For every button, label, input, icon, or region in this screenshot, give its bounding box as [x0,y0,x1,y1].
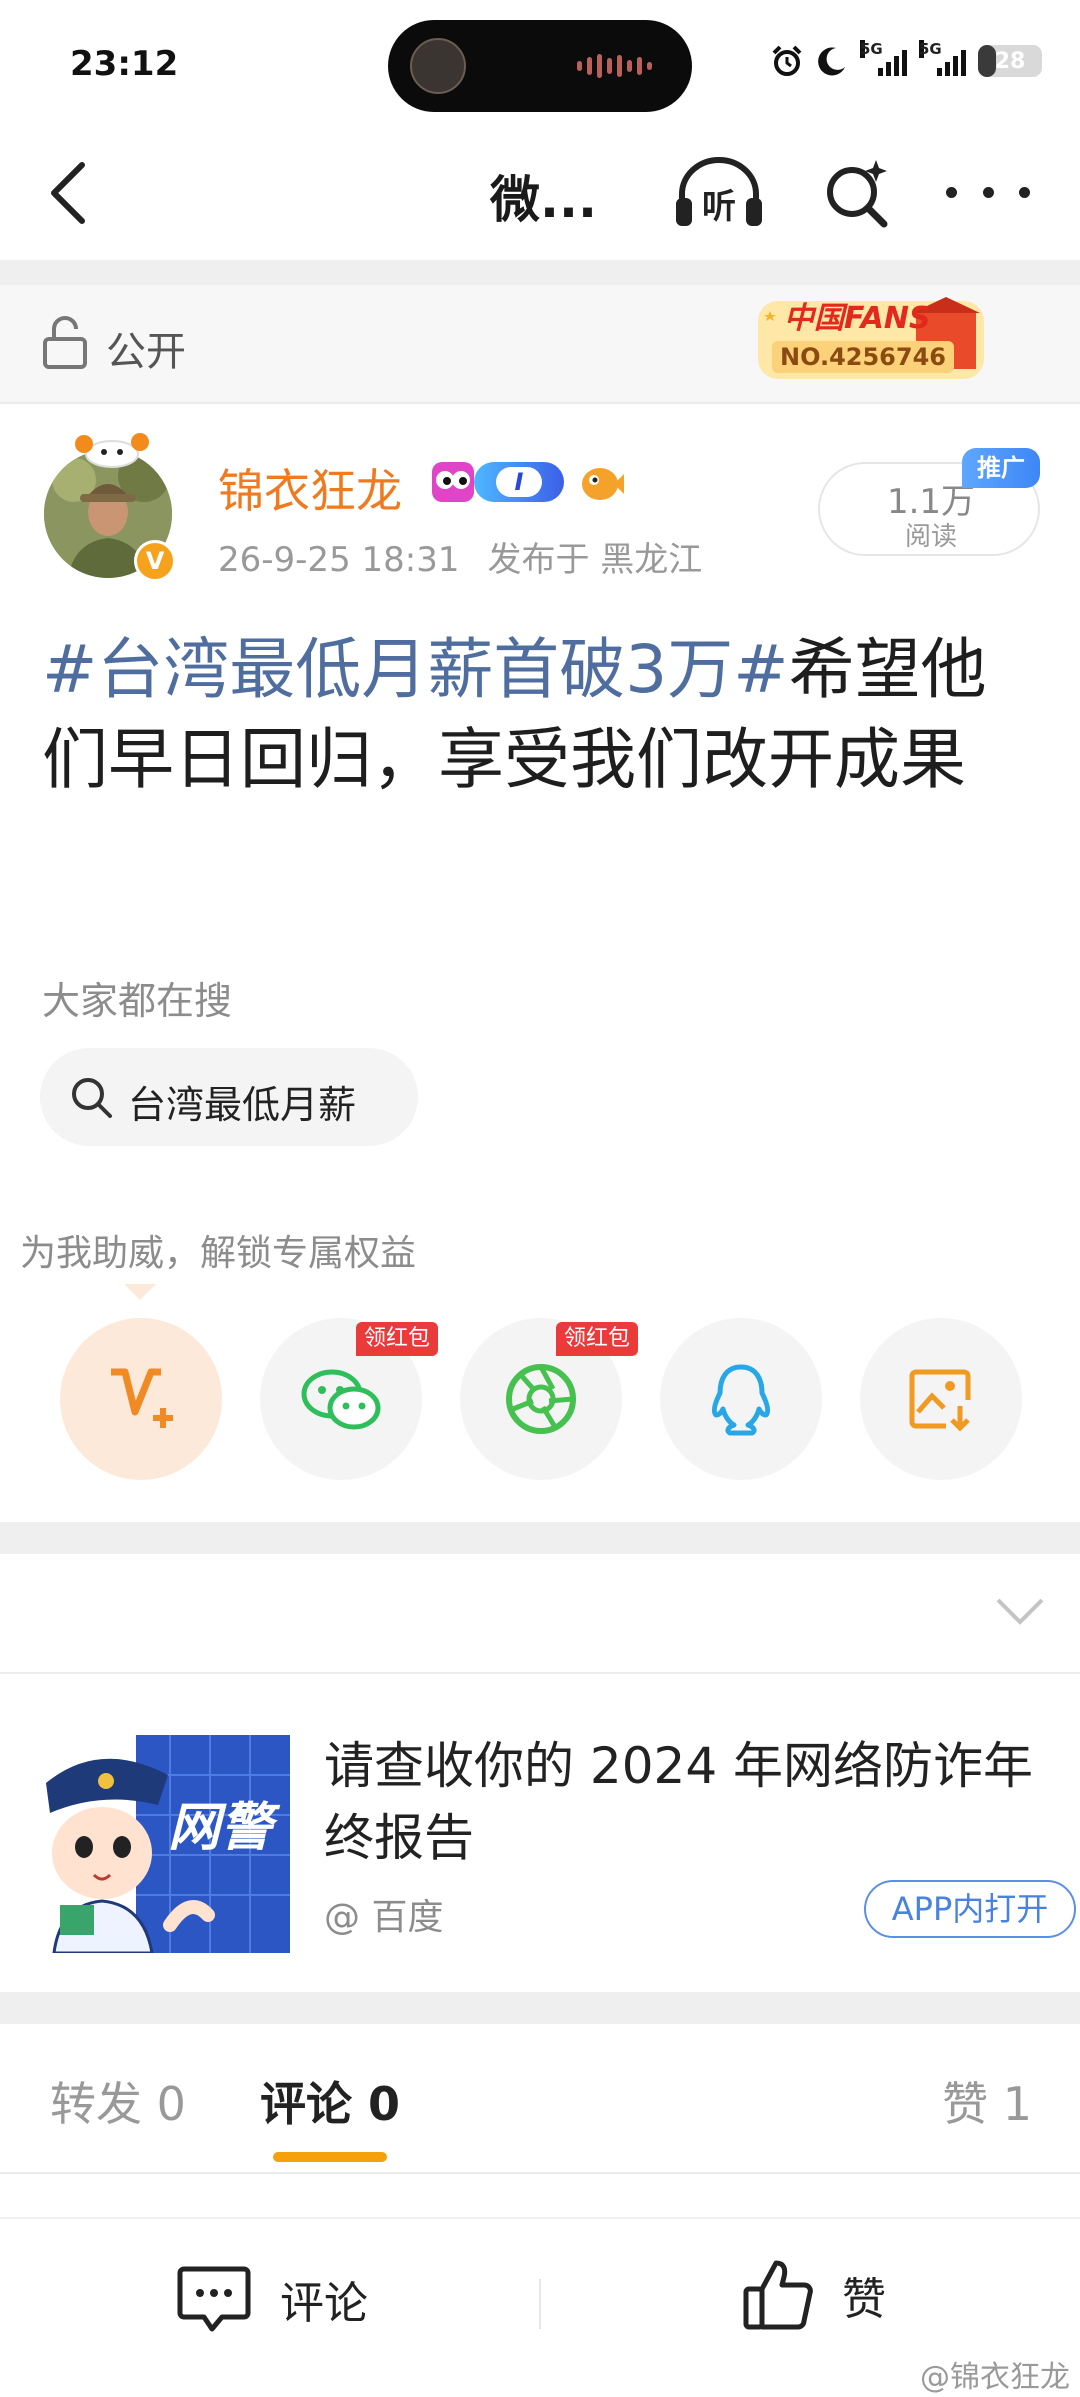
dynamic-island[interactable] [388,20,692,112]
search-button[interactable] [818,152,898,232]
level-badge[interactable]: I [474,462,564,502]
search-icon [827,160,888,228]
more-dot-icon [1019,186,1030,198]
share-qq-button[interactable] [660,1318,822,1480]
ad-image-text: 网警 [168,1798,281,1858]
post-meta: 26-9-25 18:31 发布于 黑龙江 [218,532,702,581]
trending-search-heading: 大家都在搜 [42,979,233,1023]
signal-strength-icon: 5G [860,40,907,76]
bottom-action-bar: 评论 赞 [0,2217,1080,2397]
fish-badge-icon[interactable] [576,462,624,504]
page-title: 微... [490,171,597,229]
ad-title[interactable]: 请查收你的 2024 年网络防诈年终报告 [324,1730,1064,1874]
back-button[interactable] [38,158,98,228]
more-dot-icon [982,186,994,198]
section-divider [0,1522,1080,1554]
search-suggestion-chip[interactable]: 台湾最低月薪 [40,1048,418,1146]
status-time: 23:12 [70,44,179,84]
like-label: 赞 [842,2274,886,2325]
post-text: #台湾最低月薪首破3万#希望他们早日回归，享受我们改开成果 [42,625,1052,805]
now-playing-thumbnail [410,38,466,94]
watermark: @锦衣狂龙 [920,2360,1070,2395]
red-packet-tag[interactable]: 领红包 [556,1322,639,1356]
eyes-icon [436,471,470,489]
comment-icon [177,2266,251,2332]
avatar-pendant-icon [75,433,149,468]
ad-source: @ 百度 [324,1897,444,1938]
tab-reposts[interactable]: 转发 0 [50,2068,186,2134]
author-name[interactable]: 锦衣狂龙 [218,455,402,521]
tab-comments[interactable]: 评论 0 [260,2068,400,2134]
verified-badge: V [134,540,176,582]
chevron-left-icon [51,162,85,224]
divider [0,402,1080,404]
read-label: 阅读 [904,522,957,552]
fans-badge-title: 中国FANS [784,301,931,336]
do-not-disturb-icon [818,47,845,76]
more-dot-icon [946,186,957,198]
comment-button[interactable]: 评论 [176,2259,368,2339]
nav-bar: 微... 听 [0,130,1080,260]
save-image-button[interactable] [860,1318,1022,1480]
listen-label: 听 [702,187,736,227]
ad-image[interactable]: 网警 [40,1735,290,1953]
section-divider [0,260,1080,285]
vip-boost-button[interactable] [60,1318,222,1480]
fans-badge-number: NO.4256746 [772,341,954,373]
qq-icon [711,1364,771,1436]
status-icons: 5G 5G 28 [770,40,1042,78]
comment-label: 评论 [280,2278,368,2329]
search-icon [72,1078,112,1118]
visibility-label: 公开 [106,329,186,375]
post-time: 26-9-25 18:31 [218,540,460,580]
headphones-icon: 听 [676,157,762,227]
section-divider [0,1992,1080,2024]
member-badge-icon[interactable] [432,462,474,502]
moments-icon [506,1364,576,1434]
thumbs-up-icon [743,2260,813,2330]
promo-tag: 推广 [962,448,1040,488]
divider [0,1672,1080,1674]
listen-button[interactable]: 听 [672,152,766,232]
post-location: 发布于 黑龙江 [487,540,703,580]
wechat-icon [301,1369,381,1430]
police-cartoon-image: 网警 [40,1735,290,1953]
boost-pointer [124,1284,156,1300]
vip-plus-icon [111,1368,173,1428]
divider [539,2279,541,2329]
unlock-icon [43,316,87,369]
divider [0,2172,1080,2174]
search-chip-label: 台湾最低月薪 [128,1083,357,1127]
china-fans-badge[interactable]: 中国FANS NO.4256746 [748,291,992,385]
active-tab-indicator [273,2152,387,2162]
status-bar: 23:12 5G 5G 28 [0,0,1080,130]
alarm-icon [772,45,802,76]
tab-likes[interactable]: 赞 1 [942,2068,1032,2134]
like-button[interactable]: 赞 [740,2255,886,2335]
audio-wave-icon [577,53,652,79]
open-in-app-button[interactable]: APP内打开 [864,1880,1076,1938]
red-packet-tag[interactable]: 领红包 [356,1322,439,1356]
more-options-button[interactable] [946,170,1030,214]
visibility-row: 公开 中国FANS NO.4256746 [0,285,1080,402]
battery-icon: 28 [978,45,1042,77]
chevron-down-icon[interactable] [994,1590,1046,1630]
signal-strength-icon-2: 5G [919,40,966,76]
boost-prompt: 为我助威，解锁专属权益 [20,1233,417,1274]
save-image-icon [909,1369,971,1432]
topic-link[interactable]: #台湾最低月薪首破3万# [42,631,789,708]
